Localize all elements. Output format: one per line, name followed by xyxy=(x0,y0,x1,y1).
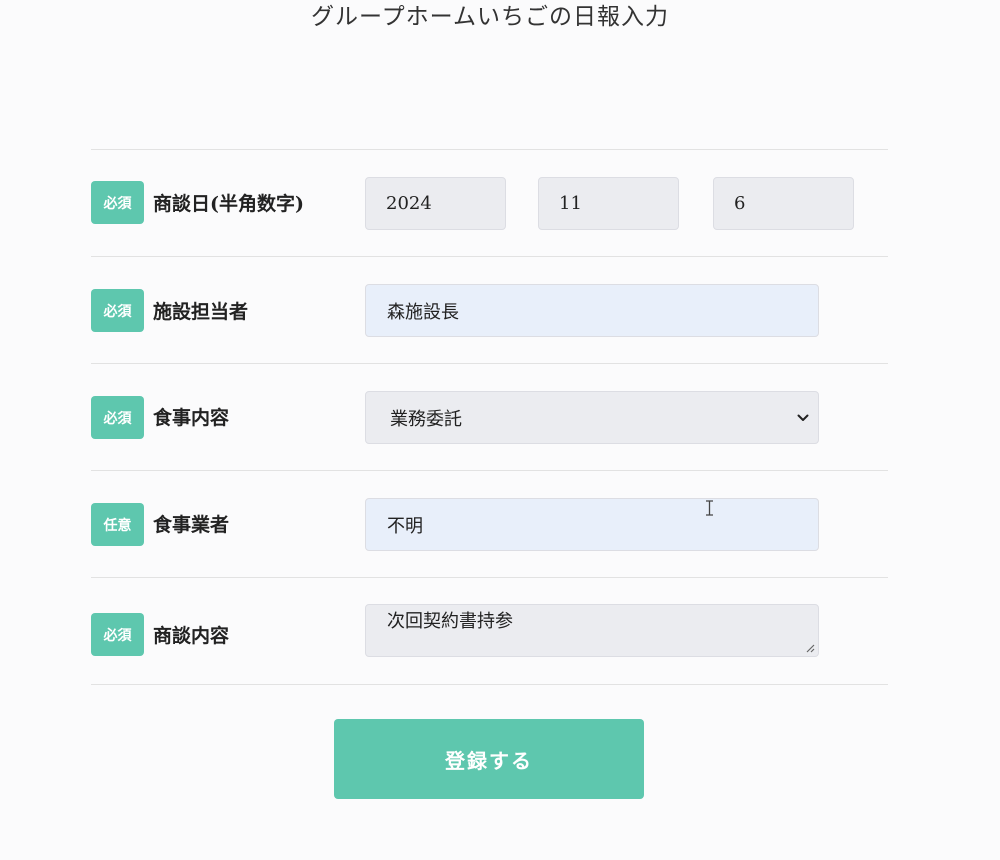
form-row-facility-manager: 必須 施設担当者 xyxy=(91,257,888,364)
meal-vendor-label: 食事業者 xyxy=(153,514,230,536)
register-button[interactable]: 登録する xyxy=(334,719,644,799)
meal-vendor-input[interactable] xyxy=(365,498,819,551)
required-badge: 必須 xyxy=(91,181,144,224)
meal-contents-select[interactable]: 業務委託 xyxy=(365,391,819,444)
daily-report-form: 必須 商談日(半角数字) 必須 施設担当者 必須 食事内容 業務委託 任意 食事… xyxy=(91,149,888,685)
form-row-meal-vendor: 任意 食事業者 xyxy=(91,471,888,578)
meeting-contents-textarea[interactable]: 次回契約書持参 xyxy=(365,604,819,657)
required-badge: 必須 xyxy=(91,613,144,656)
meeting-contents-value: 次回契約書持参 xyxy=(387,611,513,632)
meal-contents-label: 食事内容 xyxy=(153,407,230,429)
required-badge: 必須 xyxy=(91,289,144,332)
meeting-contents-label: 商談内容 xyxy=(153,625,230,647)
month-input[interactable] xyxy=(538,177,679,230)
facility-manager-input[interactable] xyxy=(365,284,819,337)
text-cursor-icon xyxy=(706,500,713,516)
meal-contents-selected-value: 業務委託 xyxy=(390,408,462,430)
form-row-meeting-contents: 必須 商談内容 次回契約書持参 xyxy=(91,578,888,685)
required-badge: 必須 xyxy=(91,396,144,439)
page-title: グループホームいちごの日報入力 xyxy=(311,4,669,30)
form-row-meal-contents: 必須 食事内容 業務委託 xyxy=(91,364,888,471)
facility-manager-label: 施設担当者 xyxy=(153,301,249,323)
optional-badge: 任意 xyxy=(91,503,144,546)
meeting-date-label: 商談日(半角数字) xyxy=(153,193,304,215)
chevron-down-icon xyxy=(796,411,810,425)
resize-grip-icon[interactable] xyxy=(806,644,815,653)
form-row-meeting-date: 必須 商談日(半角数字) xyxy=(91,150,888,257)
year-input[interactable] xyxy=(365,177,506,230)
day-input[interactable] xyxy=(713,177,854,230)
